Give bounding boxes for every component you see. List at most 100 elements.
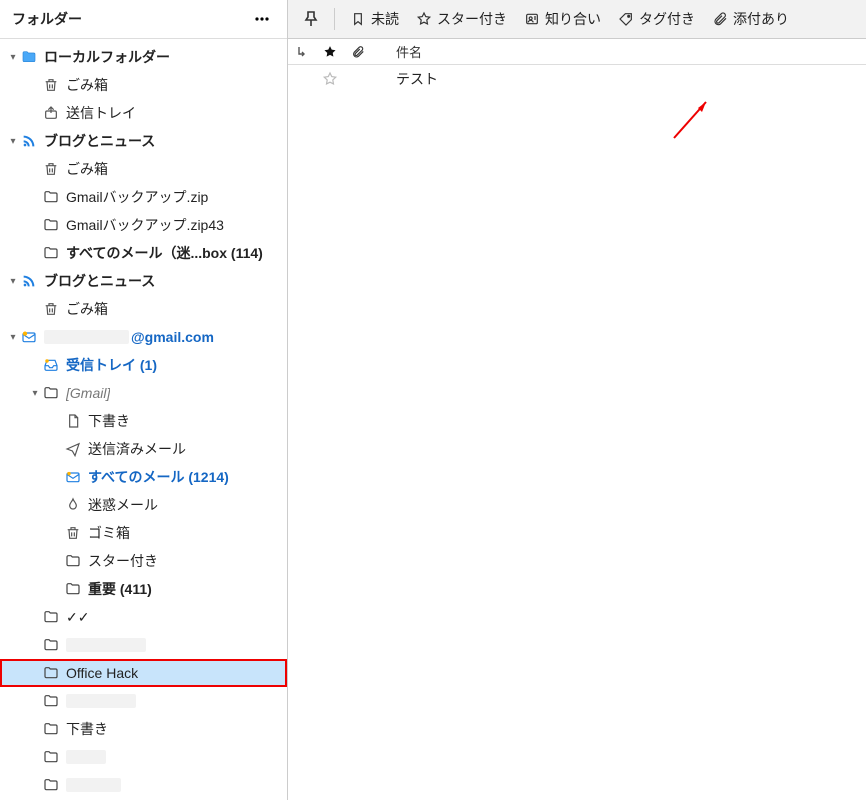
folder-row[interactable]: すべてのメール（迷...box (114) bbox=[0, 239, 287, 267]
folder-icon bbox=[42, 609, 60, 625]
filter-contact-button[interactable]: 知り合い bbox=[515, 5, 609, 33]
folder-label: 下書き bbox=[88, 411, 130, 431]
filter-attach-button[interactable]: 添付あり bbox=[703, 5, 797, 33]
folder-row[interactable] bbox=[0, 687, 287, 715]
folder-row[interactable] bbox=[0, 631, 287, 659]
folder-row[interactable]: 重要 (411) bbox=[0, 575, 287, 603]
folder-label: Gmailバックアップ.zip bbox=[66, 187, 208, 207]
folder-label bbox=[66, 750, 106, 764]
folder-row[interactable]: Office Hack bbox=[0, 659, 287, 687]
outbox-icon bbox=[42, 105, 60, 121]
message-star-button[interactable] bbox=[316, 71, 344, 87]
folder-label: ローカルフォルダー bbox=[44, 47, 170, 67]
folder-row[interactable]: ▾ ブログとニュース bbox=[0, 267, 287, 295]
folder-label: ブログとニュース bbox=[44, 271, 155, 291]
filter-toolbar: 未読 スター付き 知り合い タグ付き 添付あり bbox=[288, 0, 866, 39]
folder-row[interactable]: Gmailバックアップ.zip43 bbox=[0, 211, 287, 239]
folder-row[interactable]: ▾ ローカルフォルダー bbox=[0, 43, 287, 71]
filter-bookmark-button[interactable]: 未読 bbox=[341, 5, 407, 33]
folder-label: Gmailバックアップ.zip43 bbox=[66, 215, 224, 235]
folder-blue-icon bbox=[20, 49, 38, 65]
folder-row[interactable]: 送信トレイ bbox=[0, 99, 287, 127]
folder-icon bbox=[42, 245, 60, 261]
folder-row[interactable]: スター付き bbox=[0, 547, 287, 575]
star-icon bbox=[415, 11, 433, 27]
paperclip-icon bbox=[351, 45, 365, 59]
folder-icon bbox=[42, 693, 60, 709]
message-pane: 未読 スター付き 知り合い タグ付き 添付あり 件名 テスト bbox=[288, 0, 866, 800]
folder-label: すべてのメール（迷...box (114) bbox=[66, 243, 263, 263]
kebab-icon bbox=[253, 10, 271, 28]
sidebar-menu-button[interactable] bbox=[247, 6, 277, 32]
folder-row[interactable]: ▾@gmail.com bbox=[0, 323, 287, 351]
folder-label: ごみ箱 bbox=[66, 159, 108, 179]
filter-label: スター付き bbox=[437, 9, 507, 29]
twisty-icon[interactable]: ▾ bbox=[6, 332, 20, 343]
twisty-icon[interactable]: ▾ bbox=[6, 52, 20, 63]
folder-row[interactable] bbox=[0, 771, 287, 799]
folder-label bbox=[66, 778, 121, 792]
column-subject-header[interactable]: 件名 bbox=[392, 42, 866, 61]
folder-label: 迷惑メール bbox=[88, 495, 158, 515]
rss-icon bbox=[20, 133, 38, 149]
folder-row[interactable]: ✓✓ bbox=[0, 603, 287, 631]
folder-label: ゴミ箱 bbox=[88, 523, 130, 543]
folder-label bbox=[66, 638, 146, 652]
folder-label: ブログとニュース bbox=[44, 131, 155, 151]
message-subject: テスト bbox=[392, 69, 866, 89]
filter-label: 添付あり bbox=[733, 9, 789, 29]
folder-row[interactable]: ごみ箱 bbox=[0, 71, 287, 99]
folder-icon bbox=[42, 749, 60, 765]
filter-star-button[interactable]: スター付き bbox=[407, 5, 515, 33]
folder-row[interactable]: ごみ箱 bbox=[0, 155, 287, 183]
folder-row[interactable]: ごみ箱 bbox=[0, 295, 287, 323]
sent-icon bbox=[64, 441, 82, 457]
contact-icon bbox=[523, 11, 541, 27]
message-row[interactable]: テスト bbox=[288, 65, 866, 93]
column-thread[interactable] bbox=[288, 45, 316, 59]
folder-row[interactable]: ▾ ブログとニュース bbox=[0, 127, 287, 155]
folder-row[interactable] bbox=[0, 743, 287, 771]
folder-row[interactable]: 迷惑メール bbox=[0, 491, 287, 519]
folder-label: 下書き bbox=[66, 719, 108, 739]
folder-label: [Gmail] bbox=[66, 385, 110, 401]
folder-row[interactable]: 受信トレイ (1) bbox=[0, 351, 287, 379]
folder-label: 送信済みメール bbox=[88, 439, 186, 459]
twisty-icon[interactable]: ▾ bbox=[28, 388, 42, 399]
folder-row[interactable]: ゴミ箱 bbox=[0, 519, 287, 547]
filter-label: タグ付き bbox=[639, 9, 695, 29]
folder-row[interactable]: ▾ [Gmail] bbox=[0, 379, 287, 407]
folder-icon bbox=[42, 777, 60, 793]
folder-label: すべてのメール (1214) bbox=[88, 467, 229, 487]
message-list-header: 件名 bbox=[288, 39, 866, 65]
folder-label: ごみ箱 bbox=[66, 75, 108, 95]
folder-row[interactable]: Gmailバックアップ.zip bbox=[0, 183, 287, 211]
folder-row[interactable]: 送信済みメール bbox=[0, 435, 287, 463]
bookmark-icon bbox=[349, 11, 367, 27]
folder-row[interactable]: 下書き bbox=[0, 715, 287, 743]
column-star[interactable] bbox=[316, 45, 344, 59]
filter-tag-button[interactable]: タグ付き bbox=[609, 5, 703, 33]
pin-filter-button[interactable] bbox=[294, 6, 328, 32]
star-filled-icon bbox=[323, 45, 337, 59]
folder-icon bbox=[42, 385, 60, 401]
filter-label: 未読 bbox=[371, 9, 399, 29]
folder-label: 受信トレイ (1) bbox=[66, 355, 157, 375]
trash-icon bbox=[42, 301, 60, 317]
column-attachment[interactable] bbox=[344, 45, 372, 59]
folder-icon bbox=[64, 581, 82, 597]
folder-icon bbox=[42, 721, 60, 737]
folder-row[interactable]: 下書き bbox=[0, 407, 287, 435]
sidebar-header: フォルダー bbox=[0, 0, 287, 39]
folder-label: Office Hack bbox=[66, 665, 138, 681]
filter-label: 知り合い bbox=[545, 9, 601, 29]
twisty-icon[interactable]: ▾ bbox=[6, 276, 20, 287]
twisty-icon[interactable]: ▾ bbox=[6, 136, 20, 147]
annotation-arrow-icon bbox=[668, 94, 718, 144]
folder-row[interactable]: すべてのメール (1214) bbox=[0, 463, 287, 491]
inbox-icon bbox=[42, 357, 60, 373]
folder-label bbox=[66, 694, 136, 708]
thread-icon bbox=[295, 45, 309, 59]
attach-icon bbox=[711, 11, 729, 27]
folder-icon bbox=[42, 189, 60, 205]
